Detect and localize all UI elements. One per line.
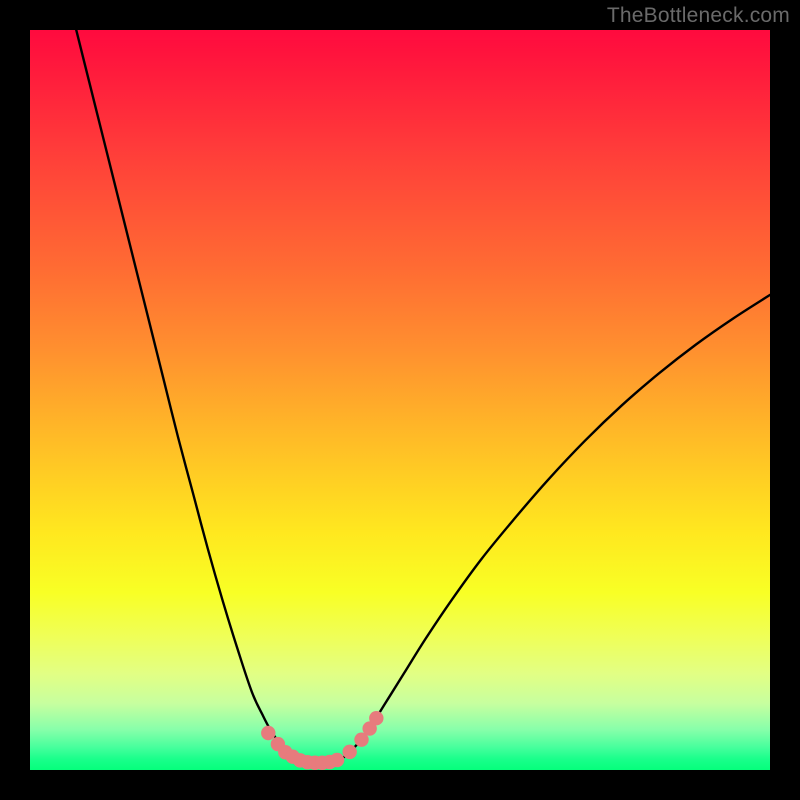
watermark-text: TheBottleneck.com: [607, 4, 790, 28]
data-point-marker: [342, 745, 356, 759]
chart-frame: TheBottleneck.com: [0, 0, 800, 800]
bottleneck-curve: [30, 30, 770, 770]
data-point-marker: [261, 726, 275, 740]
bottleneck-curve-path: [74, 23, 770, 763]
data-point-marker: [330, 753, 344, 767]
plot-area: [30, 30, 770, 770]
data-point-marker: [369, 711, 383, 725]
